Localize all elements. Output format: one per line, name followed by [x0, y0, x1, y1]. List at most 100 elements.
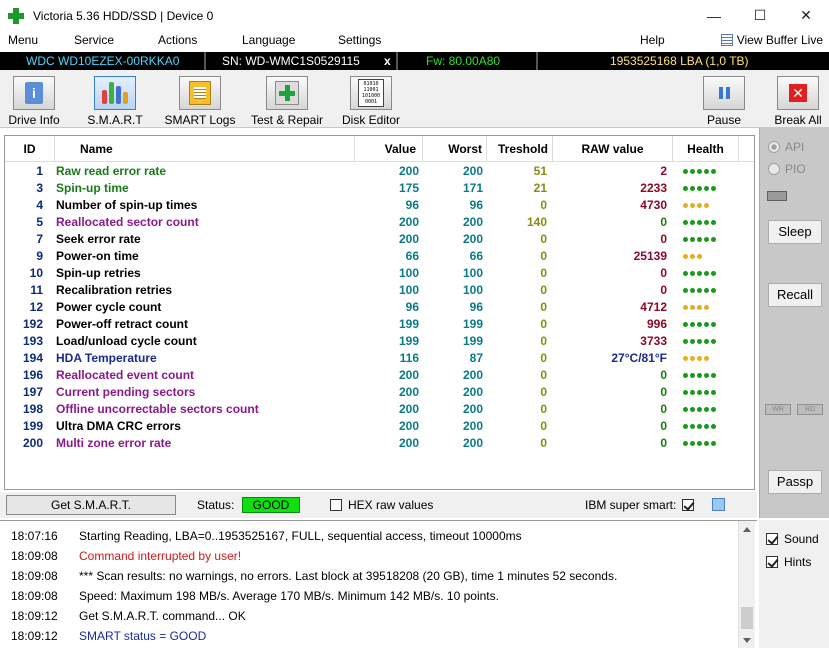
table-row[interactable]: 196 Reallocated event count 200 200 0 0 [5, 367, 737, 384]
attribute-raw: 0 [660, 402, 667, 416]
column-header-value[interactable]: Value [355, 136, 423, 162]
attribute-value: 200 [398, 368, 419, 382]
log-scrollbar[interactable] [738, 521, 755, 648]
table-row[interactable]: 7 Seek error rate 200 200 0 0 [5, 231, 737, 248]
attribute-threshold: 0 [540, 368, 547, 382]
column-header-id[interactable]: ID [5, 136, 55, 162]
hex-raw-label: HEX raw values [348, 498, 434, 512]
table-row[interactable]: 10 Spin-up retries 100 100 0 0 [5, 265, 737, 282]
column-header-health[interactable]: Health [673, 136, 739, 162]
attribute-id: 11 [30, 283, 43, 297]
radio-indicator [768, 163, 780, 175]
view-buffer-live[interactable]: View Buffer Live [720, 33, 823, 47]
health-indicator [677, 367, 741, 384]
table-row[interactable]: 1 Raw read error rate 200 200 51 2 [5, 163, 737, 180]
attribute-worst: 66 [469, 249, 483, 263]
column-header-raw[interactable]: RAW value [553, 136, 673, 162]
wr-button[interactable]: WR [765, 404, 791, 415]
health-dot [704, 271, 709, 276]
health-dot [711, 322, 716, 327]
menu-item-service[interactable]: Service [74, 33, 114, 47]
table-row[interactable]: 199 Ultra DMA CRC errors 200 200 0 0 [5, 418, 737, 435]
table-row[interactable]: 4 Number of spin-up times 96 96 0 4730 [5, 197, 737, 214]
maximize-button[interactable]: ☐ [737, 0, 783, 31]
menu-item-language[interactable]: Language [242, 33, 295, 47]
table-row[interactable]: 194 HDA Temperature 116 87 0 27°C/81°F [5, 350, 737, 367]
status-bar: Get S.M.A.R.T. Status: GOOD HEX raw valu… [0, 492, 757, 518]
close-button[interactable]: ✕ [783, 0, 829, 31]
table-row[interactable]: 5 Reallocated sector count 200 200 140 0 [5, 214, 737, 231]
sleep-button[interactable]: Sleep [768, 220, 822, 244]
table-row[interactable]: 193 Load/unload cycle count 199 199 0 3733 [5, 333, 737, 350]
pause-button[interactable]: Pause [702, 70, 746, 128]
table-row[interactable]: 9 Power-on time 66 66 0 25139 [5, 248, 737, 265]
scroll-up-arrow-icon[interactable] [743, 527, 751, 532]
pause-icon [703, 76, 745, 110]
attribute-id: 194 [22, 351, 43, 365]
log-panel[interactable]: 18:07:16 Starting Reading, LBA=0..1953525… [0, 520, 757, 648]
health-dot [690, 322, 695, 327]
api-radio[interactable]: API [768, 140, 804, 154]
drive-info-button[interactable]: i Drive Info [4, 70, 64, 128]
scroll-thumb[interactable] [741, 607, 753, 629]
binary-editor-icon: 01010 11001 101000 0001 [350, 76, 392, 110]
color-swatch[interactable] [712, 498, 725, 511]
health-dot [704, 322, 709, 327]
health-dot [711, 339, 716, 344]
rd-button[interactable]: RD [797, 404, 823, 415]
menu-item-menu[interactable]: Menu [8, 33, 38, 47]
hex-raw-checkbox[interactable]: HEX raw values [330, 498, 433, 512]
smart-table[interactable]: ID Name Value Worst Treshold RAW value H… [4, 135, 755, 490]
sound-checkbox[interactable]: Sound [766, 532, 819, 546]
table-row[interactable]: 3 Spin-up time 175 171 21 2233 [5, 180, 737, 197]
ibm-super-smart-checkbox[interactable]: IBM super smart: [585, 498, 695, 512]
break-all-button[interactable]: ✕ Break All [774, 70, 822, 128]
column-header-threshold[interactable]: Treshold [487, 136, 553, 162]
attribute-name: Number of spin-up times [56, 198, 198, 212]
disk-editor-button[interactable]: 01010 11001 101000 0001 Disk Editor [339, 70, 403, 128]
menu-item-actions[interactable]: Actions [158, 33, 197, 47]
health-dot [704, 441, 709, 446]
health-dot [690, 390, 695, 395]
attribute-id: 9 [36, 249, 43, 263]
smart-button[interactable]: S.M.A.R.T [84, 70, 146, 128]
health-dot [711, 169, 716, 174]
column-header-worst[interactable]: Worst [423, 136, 487, 162]
health-dot [704, 237, 709, 242]
column-header-name[interactable]: Name [55, 136, 355, 162]
health-dot [690, 407, 695, 412]
table-row[interactable]: 12 Power cycle count 96 96 0 4712 [5, 299, 737, 316]
eject-device-button[interactable]: x [384, 54, 391, 68]
attribute-raw: 4712 [640, 300, 667, 314]
log-message: *** Scan results: no warnings, no errors… [79, 569, 618, 583]
health-dot [697, 186, 702, 191]
recall-button[interactable]: Recall [768, 283, 822, 307]
attribute-worst: 200 [462, 436, 483, 450]
menu-item-settings[interactable]: Settings [338, 33, 381, 47]
table-row[interactable]: 192 Power-off retract count 199 199 0 996 [5, 316, 737, 333]
health-dot [683, 424, 688, 429]
sound-label: Sound [784, 532, 819, 546]
table-row[interactable]: 11 Recalibration retries 100 100 0 0 [5, 282, 737, 299]
get-smart-button[interactable]: Get S.M.A.R.T. [6, 495, 176, 515]
health-dot [683, 237, 688, 242]
health-dot [711, 441, 716, 446]
menu-item-help[interactable]: Help [640, 33, 665, 47]
hints-checkbox[interactable]: Hints [766, 555, 811, 569]
table-row[interactable]: 200 Multi zone error rate 200 200 0 0 [5, 435, 737, 452]
scroll-down-arrow-icon[interactable] [743, 638, 751, 643]
passp-button[interactable]: Passp [768, 470, 822, 494]
table-row[interactable]: 198 Offline uncorrectable sectors count 20… [5, 401, 737, 418]
attribute-threshold: 0 [540, 249, 547, 263]
health-dot [697, 220, 702, 225]
pio-radio[interactable]: PIO [768, 162, 806, 176]
health-dot [704, 390, 709, 395]
table-row[interactable]: 197 Current pending sectors 200 200 0 0 [5, 384, 737, 401]
smart-logs-button[interactable]: SMART Logs [164, 70, 236, 128]
health-dot [704, 373, 709, 378]
device-model[interactable]: WDC WD10EZEX-00RKKA0 [26, 54, 179, 68]
minimize-button[interactable]: — [691, 0, 737, 31]
attribute-value: 200 [398, 385, 419, 399]
health-dot [704, 169, 709, 174]
test-repair-button[interactable]: Test & Repair [248, 70, 326, 128]
